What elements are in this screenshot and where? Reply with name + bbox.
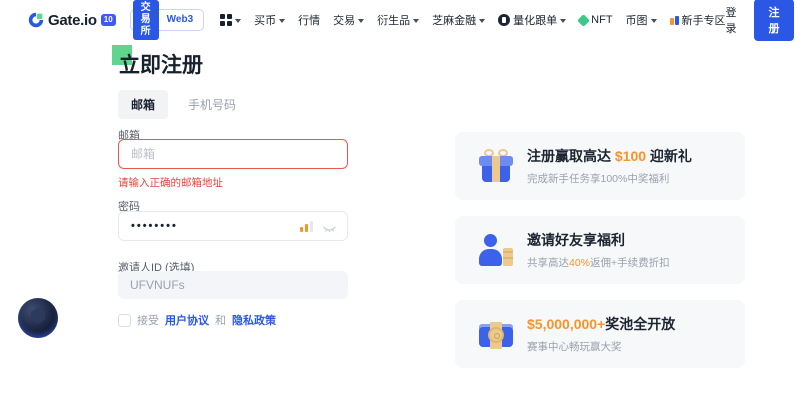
top-navbar: Gate.io 10 交易所 Web3 买币 行情 交易 衍生品 芝麻金融 [0, 0, 800, 40]
caret-down-icon [479, 19, 485, 23]
invite-friends-icon [477, 231, 515, 269]
invite-id-input[interactable] [118, 271, 348, 299]
tab-email[interactable]: 邮箱 [118, 90, 168, 119]
nav-apps-menu[interactable] [220, 14, 241, 26]
gateio-logo[interactable]: Gate.io 10 [28, 12, 116, 29]
password-field [118, 211, 348, 241]
tab-phone[interactable]: 手机号码 [188, 90, 236, 119]
prize-money-icon [477, 315, 515, 353]
caret-down-icon [560, 19, 566, 23]
email-input[interactable] [118, 139, 348, 169]
promo-card-referral[interactable]: 邀请好友享福利 共享高达40%返佣+手续费折扣 [455, 216, 745, 284]
toggle-password-visibility-icon[interactable] [322, 219, 337, 234]
page-title: 立即注册 [119, 49, 203, 79]
promo-title: 注册赢取高达 $100 迎新礼 [527, 146, 692, 166]
support-chat-widget[interactable] [18, 298, 58, 338]
caret-down-icon [651, 19, 657, 23]
nav-trade[interactable]: 交易 [333, 12, 364, 28]
anniversary-badge: 10 [101, 14, 116, 26]
caret-down-icon [279, 19, 285, 23]
nav-buy-crypto[interactable]: 买币 [254, 12, 285, 28]
promo-title: $5,000,000+奖池全开放 [527, 314, 675, 334]
promo-subtitle: 赛事中心畅玩赢大奖 [527, 339, 675, 354]
promo-card-prize-pool[interactable]: $5,000,000+奖池全开放 赛事中心畅玩赢大奖 [455, 300, 745, 368]
apps-grid-icon [220, 14, 232, 26]
register-method-tabs: 邮箱 手机号码 [118, 90, 236, 119]
email-error-message: 请输入正确的邮箱地址 [118, 175, 223, 190]
agree-prefix-text: 接受 [137, 312, 159, 328]
toggle-web3[interactable]: Web3 [159, 12, 202, 28]
starter-icon [670, 16, 679, 25]
nav-charts[interactable]: 币图 [626, 12, 657, 28]
gift-icon [477, 147, 515, 185]
and-text: 和 [215, 312, 226, 328]
terms-link[interactable]: 用户协议 [165, 312, 209, 328]
quant-icon [498, 14, 510, 26]
password-strength-icon [300, 220, 313, 232]
promo-card-welcome-bonus[interactable]: 注册赢取高达 $100 迎新礼 完成新手任务享100%中奖福利 [455, 132, 745, 200]
main-nav: 买币 行情 交易 衍生品 芝麻金融 量化跟单 NFT 币图 [220, 12, 725, 28]
nav-finance[interactable]: 芝麻金融 [432, 12, 485, 28]
header-actions: 登录 注册 [726, 0, 800, 41]
login-link[interactable]: 登录 [726, 4, 744, 36]
nft-icon [577, 14, 590, 27]
gateio-logo-icon [28, 12, 44, 28]
promo-subtitle: 完成新手任务享100%中奖福利 [527, 171, 692, 186]
brand-name: Gate.io [48, 12, 97, 29]
nav-beginner-zone[interactable]: 新手专区 [670, 12, 726, 28]
password-input[interactable] [131, 220, 281, 232]
promo-subtitle: 共享高达40%返佣+手续费折扣 [527, 255, 670, 270]
nav-nft[interactable]: NFT [579, 14, 612, 26]
caret-down-icon [358, 19, 364, 23]
agree-checkbox[interactable] [118, 314, 131, 327]
caret-down-icon [235, 19, 241, 23]
privacy-link[interactable]: 隐私政策 [232, 312, 276, 328]
caret-down-icon [413, 19, 419, 23]
promo-title: 邀请好友享福利 [527, 230, 670, 250]
register-button[interactable]: 注册 [754, 0, 794, 41]
nav-markets[interactable]: 行情 [298, 12, 320, 28]
toggle-exchange[interactable]: 交易所 [133, 0, 159, 40]
nav-derivatives[interactable]: 衍生品 [377, 12, 419, 28]
exchange-web3-toggle: 交易所 Web3 [130, 9, 205, 31]
terms-agreement-row: 接受 用户协议 和 隐私政策 [118, 312, 276, 328]
nav-copy-trading[interactable]: 量化跟单 [498, 12, 566, 28]
